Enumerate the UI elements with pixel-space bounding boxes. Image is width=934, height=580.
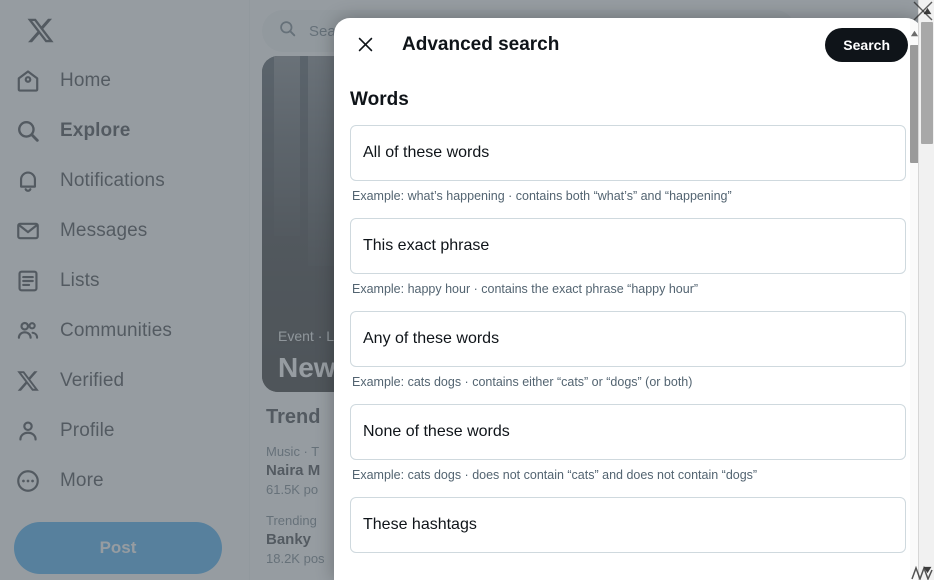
these-hashtags-input[interactable]: These hashtags: [350, 497, 906, 553]
field-group-none-of-these-words: None of these words Example: cats dogs ·…: [334, 390, 922, 483]
section-heading-words: Words: [350, 89, 409, 110]
all-of-these-words-input[interactable]: All of these words: [350, 125, 906, 181]
field-hint: Example: cats dogs · contains either “ca…: [352, 375, 693, 389]
browser-scrollbar-thumb[interactable]: [921, 22, 933, 144]
field-label: All of these words: [363, 144, 490, 161]
field-hint: Example: cats dogs · does not contain “c…: [352, 468, 758, 482]
dialog-header: Advanced search Search: [334, 18, 922, 71]
field-label: Any of these words: [363, 330, 500, 347]
scroll-up-arrow-icon[interactable]: [919, 2, 934, 19]
search-button[interactable]: Search: [825, 27, 908, 62]
this-exact-phrase-input[interactable]: This exact phrase: [350, 218, 906, 274]
field-label: None of these words: [363, 423, 510, 440]
field-group-any-of-these-words: Any of these words Example: cats dogs · …: [334, 297, 922, 390]
scroll-down-arrow-icon[interactable]: [919, 561, 934, 578]
browser-viewport: Home Explore Notifications Messages: [0, 0, 934, 580]
field-group-this-exact-phrase: This exact phrase Example: happy hour · …: [334, 204, 922, 297]
field-group-all-of-these-words: All of these words Example: what’s happe…: [334, 111, 922, 204]
advanced-search-scroll-area: Advanced search Search Words All of thes…: [334, 18, 922, 580]
field-label: These hashtags: [363, 516, 477, 533]
field-group-these-hashtags: These hashtags: [334, 483, 922, 553]
none-of-these-words-input[interactable]: None of these words: [350, 404, 906, 460]
advanced-search-dialog: Advanced search Search Words All of thes…: [334, 18, 922, 580]
field-hint: Example: happy hour · contains the exact…: [352, 282, 699, 296]
browser-scrollbar[interactable]: [918, 0, 934, 580]
field-hint: Example: what’s happening · contains bot…: [352, 189, 732, 203]
field-label: This exact phrase: [363, 237, 490, 254]
dialog-title: Advanced search: [402, 33, 560, 55]
close-icon[interactable]: [348, 28, 382, 62]
any-of-these-words-input[interactable]: Any of these words: [350, 311, 906, 367]
